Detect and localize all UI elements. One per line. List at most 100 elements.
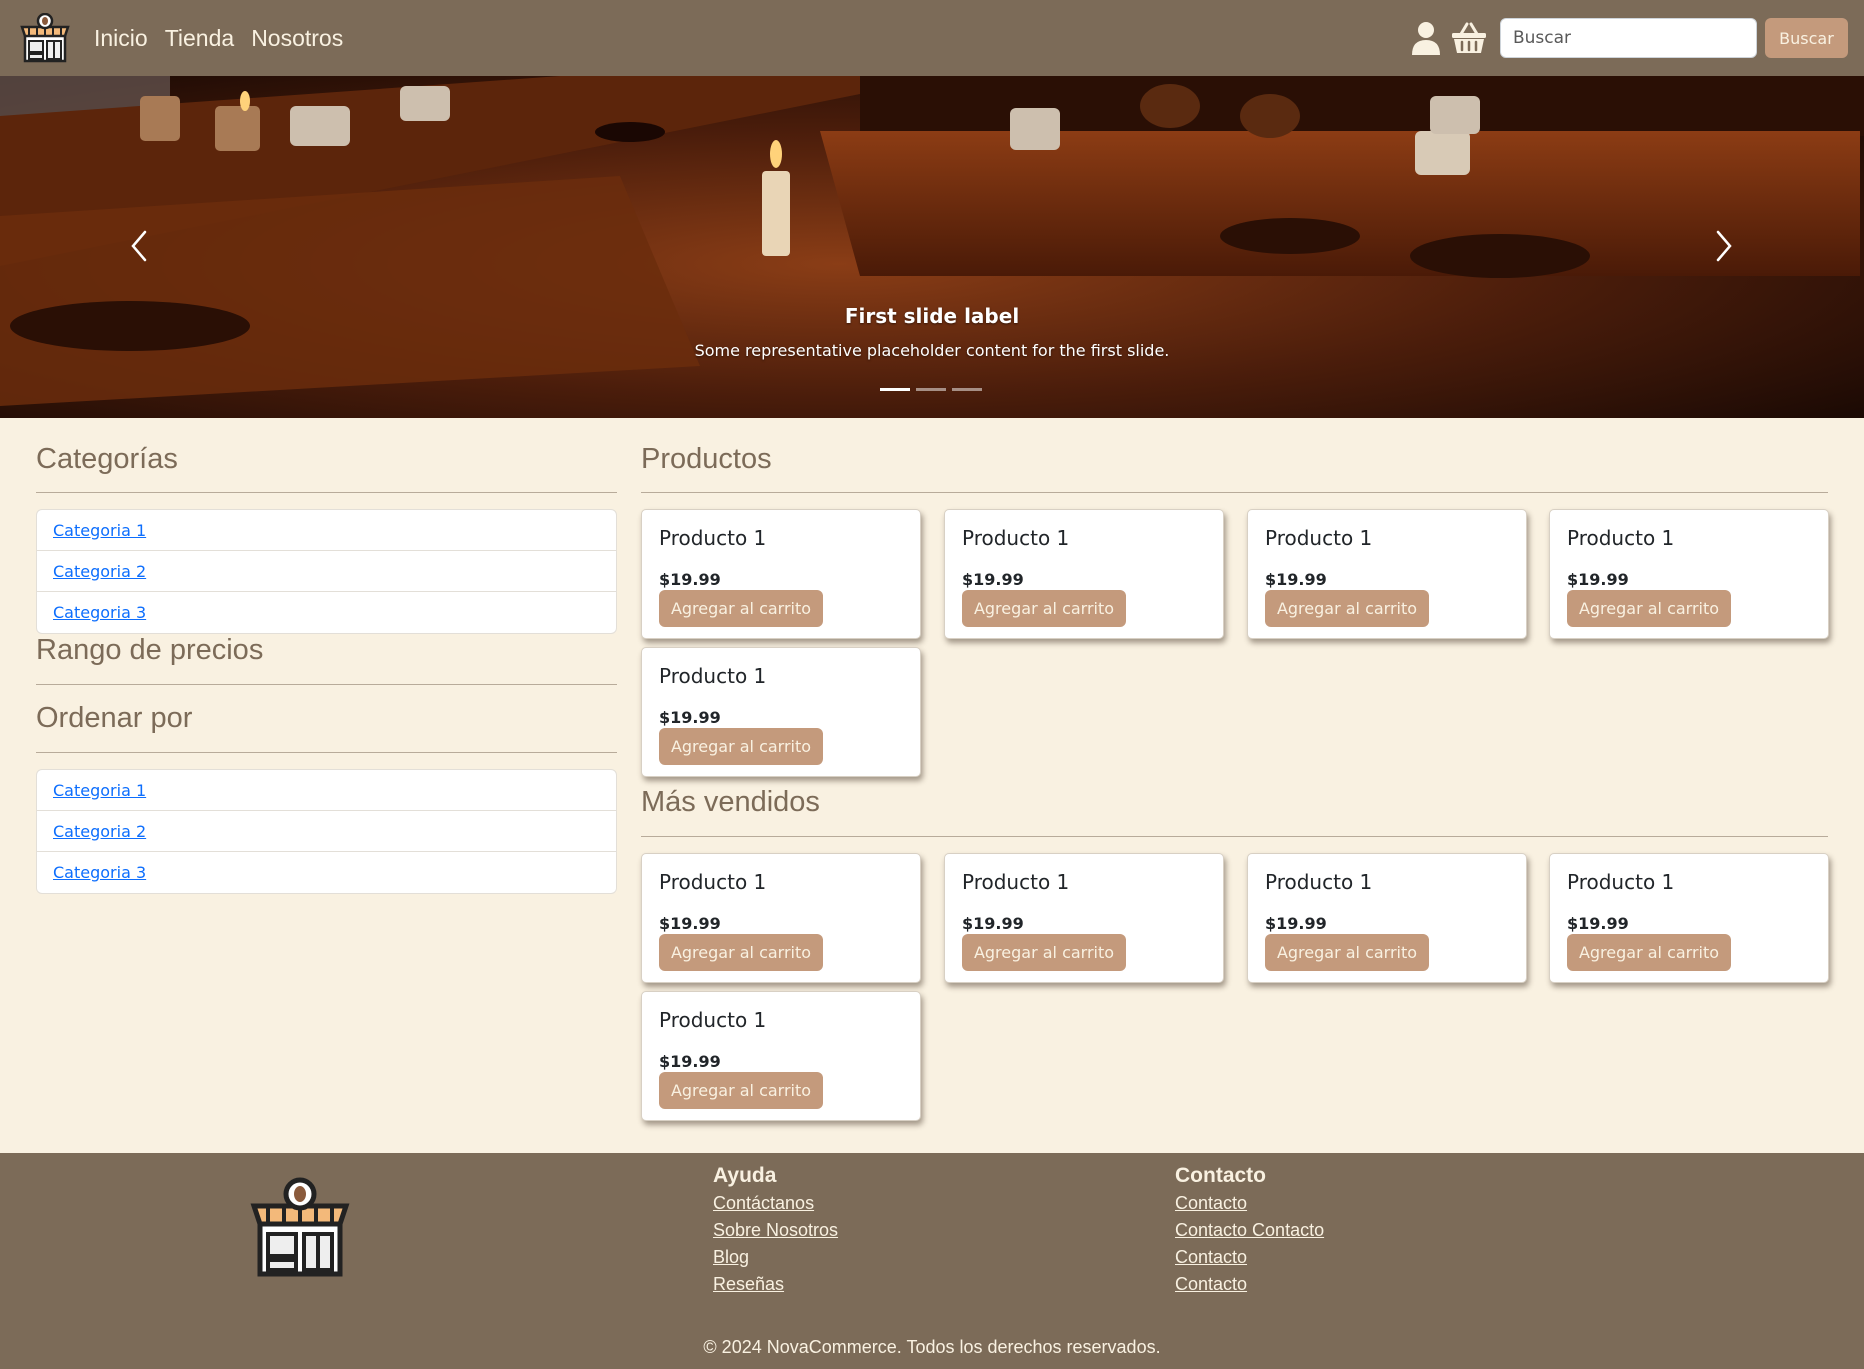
bestsellers-title: Más vendidos [641,786,820,818]
product-name: Producto 1 [659,664,767,688]
carousel-indicator-3[interactable] [952,388,982,391]
footer-link-resenas[interactable]: Reseñas [713,1271,838,1298]
sort-option-link-2[interactable]: Categoria 2 [53,822,146,841]
divider [36,752,617,753]
add-to-cart-button[interactable]: Agregar al carrito [659,1072,823,1109]
add-to-cart-button[interactable]: Agregar al carrito [962,590,1126,627]
nav-link-tienda[interactable]: Tienda [165,25,234,52]
footer-help-column: Ayuda Contáctanos Sobre Nosotros Blog Re… [713,1161,838,1298]
footer-help-title: Ayuda [713,1164,777,1187]
add-to-cart-button[interactable]: Agregar al carrito [1265,934,1429,971]
list-item: Categoria 2 [37,811,616,852]
divider [36,492,617,493]
bestseller-card: Producto 1 $19.99 Agregar al carrito [641,991,921,1121]
product-price: $19.99 [962,570,1024,589]
carousel-indicator-2[interactable] [916,388,946,391]
sort-title: Ordenar por [36,702,193,734]
footer-link-contacto-contacto[interactable]: Contacto Contacto [1175,1217,1324,1244]
price-range-title: Rango de precios [36,634,264,666]
carousel-indicator-1[interactable] [880,388,910,391]
list-item: Categoria 3 [37,852,616,893]
bestseller-card: Producto 1 $19.99 Agregar al carrito [1549,853,1829,983]
list-item: Categoria 3 [37,592,616,633]
bestseller-card: Producto 1 $19.99 Agregar al carrito [641,853,921,983]
product-price: $19.99 [1567,914,1629,933]
add-to-cart-button[interactable]: Agregar al carrito [962,934,1126,971]
nav-links: Inicio Tienda Nosotros [94,0,343,76]
add-to-cart-button[interactable]: Agregar al carrito [1567,934,1731,971]
categories-list: Categoria 1 Categoria 2 Categoria 3 [36,509,617,634]
products-title: Productos [641,443,772,475]
bestseller-card: Producto 1 $19.99 Agregar al carrito [944,853,1224,983]
carousel-indicators [880,388,982,391]
product-name: Producto 1 [1567,526,1675,550]
product-price: $19.99 [659,914,721,933]
copyright-text: © 2024 NovaCommerce. Todos los derechos … [703,1337,1161,1357]
product-name: Producto 1 [1567,870,1675,894]
footer: Ayuda Contáctanos Sobre Nosotros Blog Re… [0,1153,1864,1369]
hero-carousel: First slide label Some representative pl… [0,76,1864,418]
carousel-next-icon[interactable] [1708,226,1738,266]
product-name: Producto 1 [659,870,767,894]
add-to-cart-button[interactable]: Agregar al carrito [659,590,823,627]
search-button[interactable]: Buscar [1765,18,1848,58]
carousel-prev-icon[interactable] [125,226,155,266]
footer-link-contactanos[interactable]: Contáctanos [713,1190,838,1217]
list-item: Categoria 1 [37,770,616,811]
product-price: $19.99 [1567,570,1629,589]
product-name: Producto 1 [962,526,1070,550]
product-card: Producto 1 $19.99 Agregar al carrito [1247,509,1527,639]
product-card: Producto 1 $19.99 Agregar al carrito [1549,509,1829,639]
list-item: Categoria 2 [37,551,616,592]
product-name: Producto 1 [1265,870,1373,894]
add-to-cart-button[interactable]: Agregar al carrito [659,934,823,971]
nav-link-nosotros[interactable]: Nosotros [251,25,343,52]
footer-link-contacto[interactable]: Contacto [1175,1244,1324,1271]
coffee-shop-logo-icon [250,1177,350,1277]
divider [641,492,1828,493]
footer-link-contacto[interactable]: Contacto [1175,1190,1324,1217]
bestseller-card: Producto 1 $19.99 Agregar al carrito [1247,853,1527,983]
product-price: $19.99 [659,1052,721,1071]
category-link-2[interactable]: Categoria 2 [53,562,146,581]
sort-option-link-3[interactable]: Categoria 3 [53,863,146,882]
product-name: Producto 1 [1265,526,1373,550]
add-to-cart-button[interactable]: Agregar al carrito [1567,590,1731,627]
list-item: Categoria 1 [37,510,616,551]
footer-link-contacto[interactable]: Contacto [1175,1271,1324,1298]
footer-contact-column: Contacto Contacto Contacto Contacto Cont… [1175,1161,1324,1298]
product-price: $19.99 [1265,914,1327,933]
add-to-cart-button[interactable]: Agregar al carrito [1265,590,1429,627]
basket-icon[interactable] [1451,22,1487,54]
carousel-caption-title: First slide label [844,304,1020,328]
footer-link-sobre-nosotros[interactable]: Sobre Nosotros [713,1217,838,1244]
product-price: $19.99 [1265,570,1327,589]
nav-link-inicio[interactable]: Inicio [94,25,148,52]
divider [641,836,1828,837]
user-icon[interactable] [1411,21,1441,55]
footer-contact-title: Contacto [1175,1164,1266,1187]
product-card: Producto 1 $19.99 Agregar al carrito [641,509,921,639]
navbar: Inicio Tienda Nosotros Buscar [0,0,1864,76]
nav-actions: Buscar [1411,0,1848,76]
product-price: $19.99 [962,914,1024,933]
categories-title: Categorías [36,443,178,475]
product-name: Producto 1 [962,870,1070,894]
sort-option-link-1[interactable]: Categoria 1 [53,781,146,800]
category-link-1[interactable]: Categoria 1 [53,521,146,540]
product-name: Producto 1 [659,1008,767,1032]
category-link-3[interactable]: Categoria 3 [53,603,146,622]
sort-options-list: Categoria 1 Categoria 2 Categoria 3 [36,769,617,894]
search-input[interactable] [1500,18,1757,58]
hero-cafe-image [0,76,1864,418]
carousel-caption-text: Some representative placeholder content … [694,341,1170,360]
add-to-cart-button[interactable]: Agregar al carrito [659,728,823,765]
product-price: $19.99 [659,570,721,589]
footer-link-blog[interactable]: Blog [713,1244,838,1271]
product-price: $19.99 [659,708,721,727]
coffee-shop-logo-icon[interactable] [19,13,71,63]
product-name: Producto 1 [659,526,767,550]
divider [36,684,617,685]
product-card: Producto 1 $19.99 Agregar al carrito [944,509,1224,639]
product-card: Producto 1 $19.99 Agregar al carrito [641,647,921,777]
